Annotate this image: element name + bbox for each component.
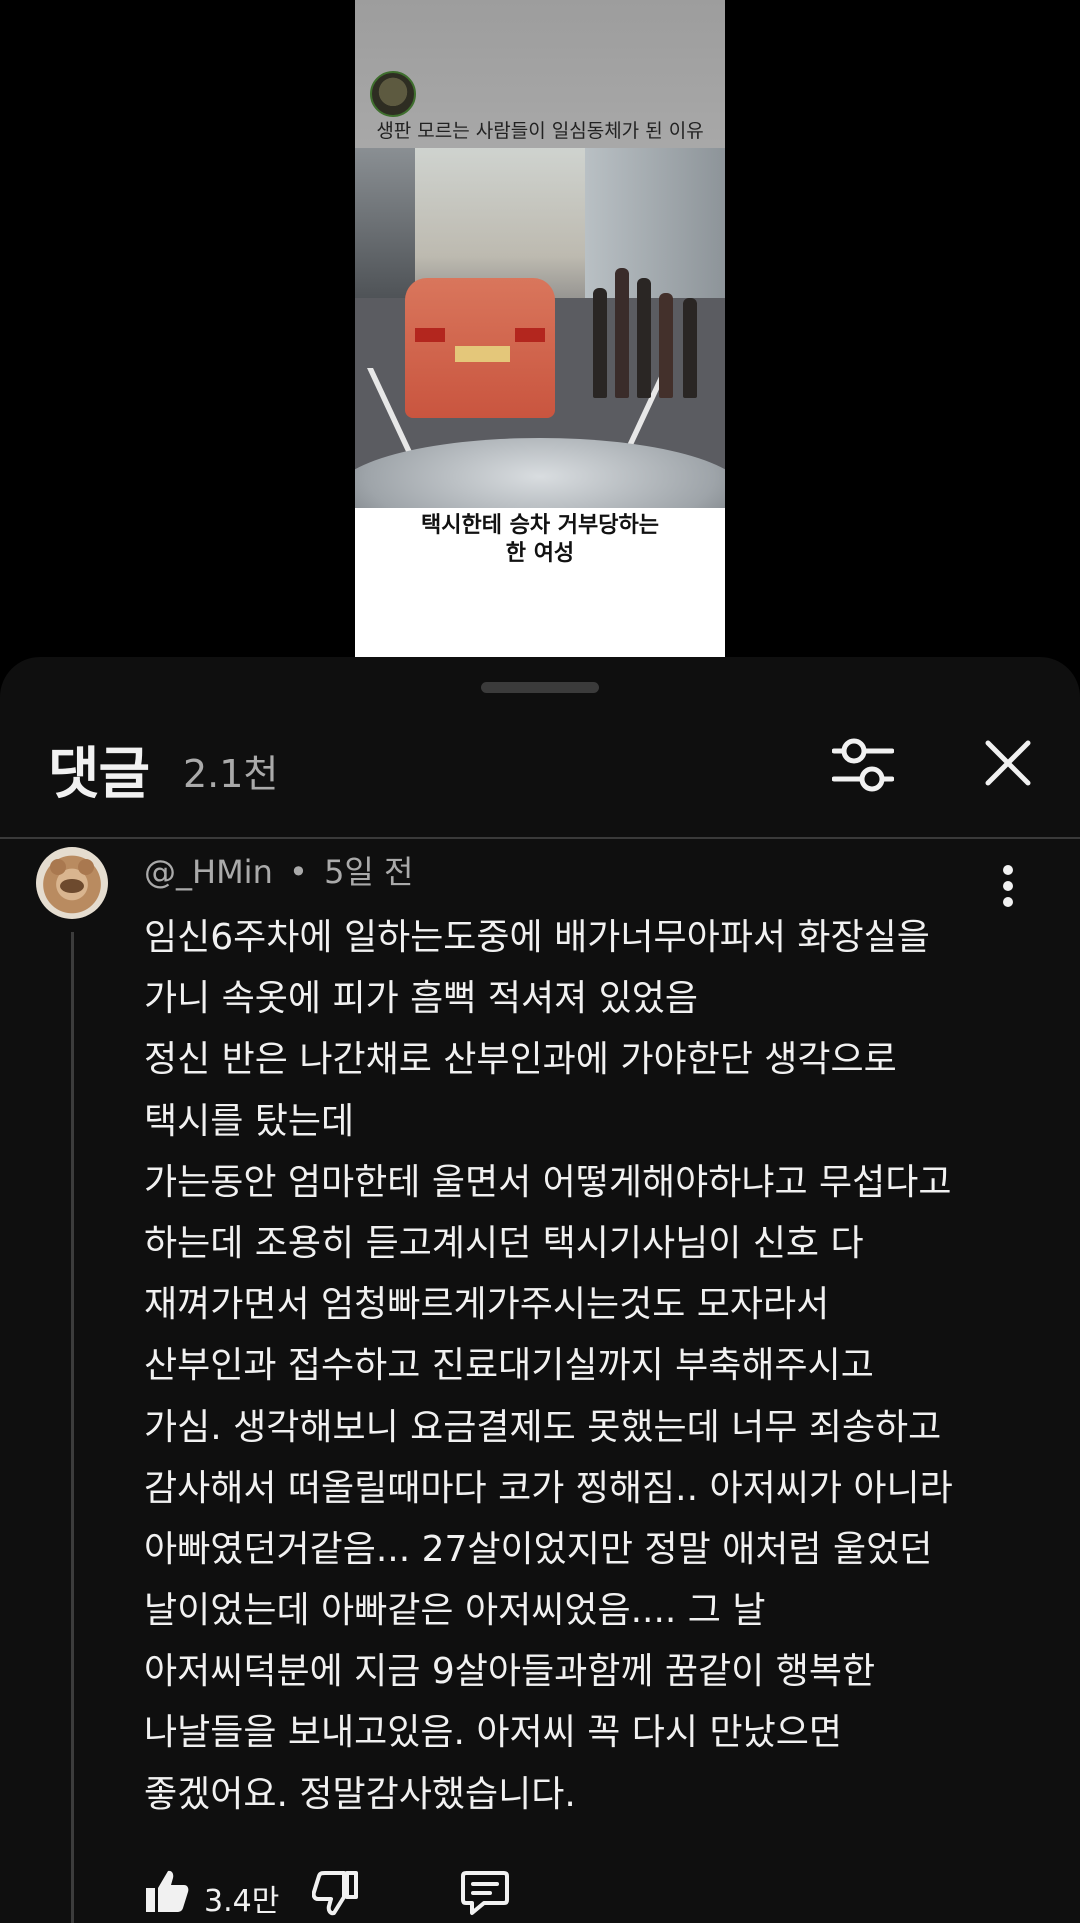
taxi [405, 278, 555, 418]
comment-line: 날이었는데 아빠같은 아저씨었음.... 그 날 [144, 1590, 766, 1632]
video-caption: 택시한테 승차 거부당하는 한 여성 [355, 512, 725, 568]
avatar[interactable] [36, 847, 108, 919]
comments-title: 댓글 [48, 742, 150, 807]
comment-line: 나날들을 보내고있음. 아저씨 꼭 다시 만났으면 [144, 1712, 842, 1754]
pedestrian [615, 268, 629, 398]
comment-author[interactable]: @_HMin [144, 853, 273, 891]
comment-line: 가는동안 엄마한테 울면서 어떻게해야하냐고 무섭다고 [144, 1161, 952, 1203]
comment-time: 5일 전 [324, 853, 414, 891]
drag-handle[interactable] [481, 682, 599, 693]
more-vert-icon[interactable] [990, 862, 1026, 910]
meta-separator: • [289, 853, 308, 891]
taxi-light [415, 328, 445, 342]
comment-actions: 3.4만 [144, 1862, 744, 1922]
comments-count: 2.1천 [183, 752, 279, 796]
video-frame [355, 148, 725, 508]
reply-icon[interactable] [460, 1870, 510, 1916]
comment-meta: @_HMin • 5일 전 [144, 847, 413, 893]
comment-line: 가심. 생각해보니 요금결제도 못했는데 너무 죄송하고 [144, 1406, 942, 1448]
thread-line [71, 932, 74, 1923]
pedestrians [593, 248, 703, 398]
comment-line: 재껴가면서 엄청빠르게가주시는것도 모자라서 [144, 1284, 830, 1326]
sliders-icon[interactable] [831, 737, 895, 793]
avatar-ear [50, 859, 66, 875]
header-divider [0, 837, 1080, 839]
comment-line: 가니 속옷에 피가 흠뻑 적셔져 있었음 [144, 978, 699, 1020]
like-count: 3.4만 [204, 1884, 280, 1919]
pedestrian [637, 278, 651, 398]
comment-line: 좋겠어요. 정말감사했습니다. [144, 1773, 576, 1815]
channel-avatar[interactable] [370, 71, 416, 117]
video-player[interactable]: 생판 모르는 사람들이 일심동체가 된 이유 택시한테 승차 거부당하는 한 여… [355, 0, 725, 660]
license-plate [455, 346, 510, 362]
comment-line: 아빠였던거같음... 27살이었지만 정말 애처럼 울었던 [144, 1528, 933, 1570]
pedestrian [593, 288, 607, 398]
video-caption-line: 택시한테 승차 거부당하는 [421, 513, 659, 538]
video-header: 생판 모르는 사람들이 일심동체가 된 이유 [355, 0, 725, 148]
taxi-light [515, 328, 545, 342]
comment-line: 택시를 탔는데 [144, 1100, 355, 1142]
thumbs-down-icon[interactable] [311, 1870, 358, 1916]
video-title: 생판 모르는 사람들이 일심동체가 된 이유 [376, 120, 704, 142]
comment-line: 산부인과 접수하고 진료대기실까지 부축해주시고 [144, 1345, 874, 1387]
pedestrian [659, 293, 673, 398]
video-caption-line: 한 여성 [505, 541, 575, 566]
comment-line: 하는데 조용히 듣고계시던 택시기사님이 신호 다 [144, 1222, 864, 1264]
avatar-ear [78, 859, 94, 875]
comment-line: 감사해서 떠올릴때마다 코가 찡해짐.. 아저씨가 아니라 [144, 1467, 953, 1509]
avatar-face [60, 879, 84, 893]
building-left [355, 148, 415, 298]
thumbs-up-icon[interactable] [144, 1868, 190, 1914]
comment-line: 아저씨덕분에 지금 9살아들과함께 꿈같이 행복한 [144, 1651, 876, 1693]
comments-sheet: 댓글 2.1천 @_HMin • 5일 전 임신6주차에 일하는도중에 배가너무… [0, 657, 1080, 1923]
pedestrian [683, 298, 697, 398]
close-icon[interactable] [984, 739, 1032, 787]
comment-line: 임신6주차에 일하는도중에 배가너무아파서 화장실을 [144, 917, 930, 958]
comment-text: 임신6주차에 일하는도중에 배가너무아파서 화장실을 가니 속옷에 피가 흠뻑 … [144, 907, 1024, 1825]
comment-line: 정신 반은 나간채로 산부인과에 가야한단 생각으로 [144, 1039, 897, 1081]
